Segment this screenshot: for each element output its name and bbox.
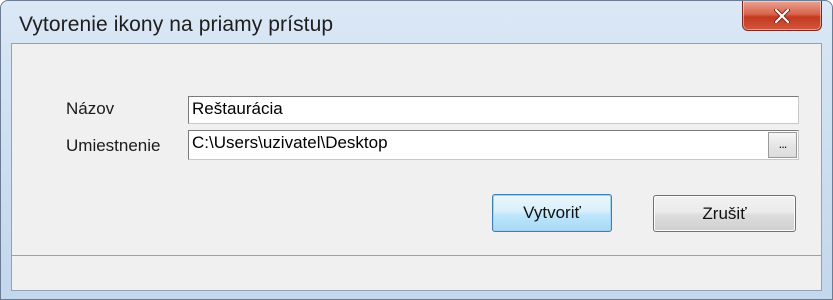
close-button[interactable] bbox=[742, 1, 822, 31]
dialog-body: Názov Reštaurácia Umiestnenie C:\Users\u… bbox=[11, 43, 822, 291]
create-button[interactable]: Vytvoriť bbox=[492, 194, 612, 232]
name-field[interactable]: Reštaurácia bbox=[188, 96, 799, 124]
browse-button[interactable]: ... bbox=[768, 132, 797, 158]
window-title: Vytorenie ikony na priamy prístup bbox=[19, 13, 334, 36]
name-label: Názov bbox=[66, 99, 115, 118]
status-bar bbox=[12, 255, 821, 290]
title-bar[interactable]: Vytorenie ikony na priamy prístup bbox=[1, 1, 832, 39]
location-label: Umiestnenie bbox=[66, 136, 161, 155]
close-icon bbox=[774, 8, 790, 23]
shortcut-dialog: Vytorenie ikony na priamy prístup Názov … bbox=[0, 0, 833, 300]
location-field[interactable]: C:\Users\uzivatel\Desktop bbox=[188, 130, 799, 160]
cancel-button[interactable]: Zrušiť bbox=[653, 195, 796, 232]
